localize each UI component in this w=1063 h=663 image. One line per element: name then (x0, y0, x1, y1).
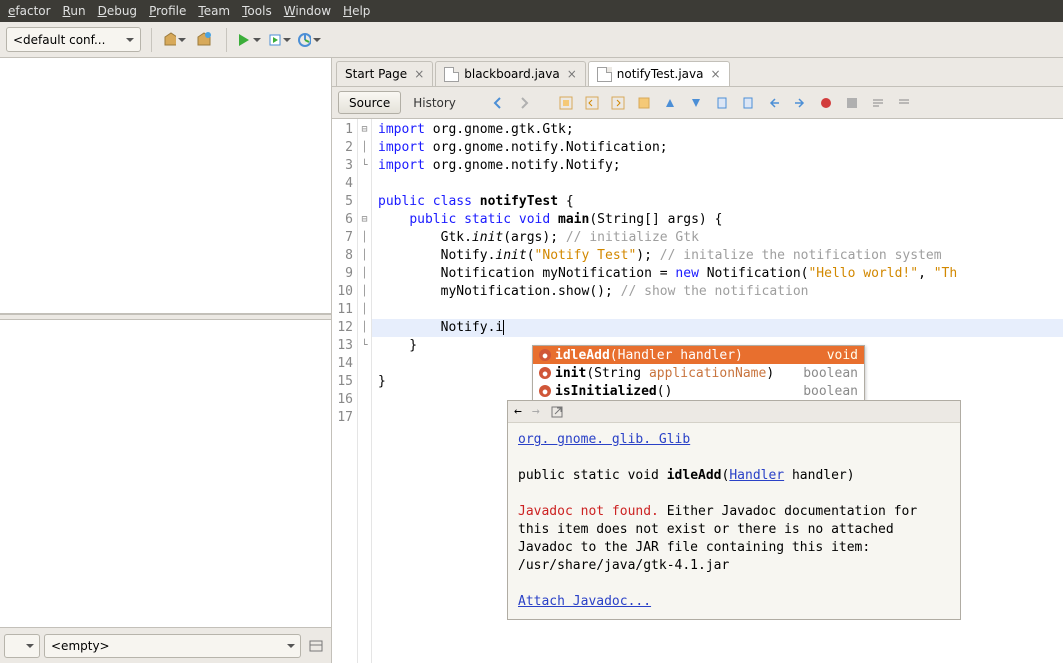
fold-gutter[interactable]: ⊟│└ ⊟││││││└ (358, 119, 372, 663)
run-button[interactable] (237, 28, 261, 52)
menu-bar: efactorRunDebugProfileTeamToolsWindowHel… (0, 0, 1063, 22)
nav-back-icon[interactable] (488, 93, 508, 113)
toggle-highlight-icon[interactable] (634, 93, 654, 113)
doc-param-type-link[interactable]: Handler (729, 468, 784, 483)
menu-efactor[interactable]: efactor (2, 2, 57, 20)
bookmark-next-icon[interactable] (686, 93, 706, 113)
prev-bookmark-icon[interactable] (712, 93, 732, 113)
tab-start-page[interactable]: Start Page× (336, 61, 433, 86)
find-selection-icon[interactable] (556, 93, 576, 113)
menu-profile[interactable]: Profile (143, 2, 192, 20)
comment-icon[interactable] (868, 93, 888, 113)
members-settings-icon[interactable] (305, 635, 327, 657)
bookmark-prev-icon[interactable] (660, 93, 680, 113)
find-prev-icon[interactable] (582, 93, 602, 113)
menu-team[interactable]: Team (192, 2, 236, 20)
macro-rec-icon[interactable] (816, 93, 836, 113)
config-selector[interactable]: <default conf... (6, 27, 141, 52)
menu-debug[interactable]: Debug (92, 2, 143, 20)
source-view-button[interactable]: Source (338, 91, 401, 114)
build-button[interactable] (162, 28, 186, 52)
find-next-icon[interactable] (608, 93, 628, 113)
members-combo[interactable]: <empty> (44, 634, 301, 658)
clean-build-button[interactable] (192, 28, 216, 52)
tab-notifytest-java[interactable]: notifyTest.java× (588, 61, 730, 86)
menu-help[interactable]: Help (337, 2, 376, 20)
menu-window[interactable]: Window (278, 2, 337, 20)
completion-idleAdd[interactable]: ●idleAdd(Handler handler)void (533, 346, 864, 364)
shift-left-icon[interactable] (764, 93, 784, 113)
completion-isInitialized[interactable]: ●isInitialized()boolean (533, 382, 864, 400)
main-toolbar: <default conf... (0, 22, 1063, 58)
tab-blackboard-java[interactable]: blackboard.java× (435, 61, 586, 86)
line-gutter: 1234567891011121314151617 (332, 119, 358, 663)
history-view-button[interactable]: History (407, 96, 462, 110)
navigator-panel[interactable] (0, 320, 331, 627)
close-tab-icon[interactable]: × (412, 67, 426, 81)
javadoc-toolbar: ← → (508, 401, 960, 423)
close-tab-icon[interactable]: × (565, 67, 579, 81)
code-completion-popup[interactable]: ●idleAdd(Handler handler)void●init(Strin… (532, 345, 865, 401)
projects-panel[interactable] (0, 58, 331, 314)
java-file-icon (444, 67, 459, 82)
nav-fwd-icon[interactable] (514, 93, 534, 113)
attach-javadoc-link[interactable]: Attach Javadoc... (518, 594, 651, 609)
javadoc-popup: ← → org. gnome. glib. Glib public static… (507, 400, 961, 620)
close-tab-icon[interactable]: × (708, 67, 722, 81)
filter-combo[interactable] (4, 634, 40, 658)
completion-init[interactable]: ●init(String applicationName)boolean (533, 364, 864, 382)
doc-back-icon[interactable]: ← (514, 403, 522, 421)
doc-notfound-text: Javadoc not found. (518, 504, 659, 519)
editor-tabs: Start Page×blackboard.java×notifyTest.ja… (332, 58, 1063, 87)
doc-package-link[interactable]: org. gnome. glib. Glib (518, 432, 690, 447)
left-panel: <empty> (0, 58, 332, 663)
java-file-icon (597, 67, 612, 82)
doc-fwd-icon[interactable]: → (532, 403, 540, 421)
shift-right-icon[interactable] (790, 93, 810, 113)
macro-stop-icon[interactable] (842, 93, 862, 113)
editor-toolbar: Source History (332, 87, 1063, 119)
members-toolbar: <empty> (0, 627, 331, 663)
debug-button[interactable] (267, 28, 291, 52)
profile-button[interactable] (297, 28, 321, 52)
menu-run[interactable]: Run (57, 2, 92, 20)
menu-tools[interactable]: Tools (236, 2, 278, 20)
doc-ext-icon[interactable] (550, 405, 564, 419)
uncomment-icon[interactable] (894, 93, 914, 113)
next-bookmark-icon[interactable] (738, 93, 758, 113)
